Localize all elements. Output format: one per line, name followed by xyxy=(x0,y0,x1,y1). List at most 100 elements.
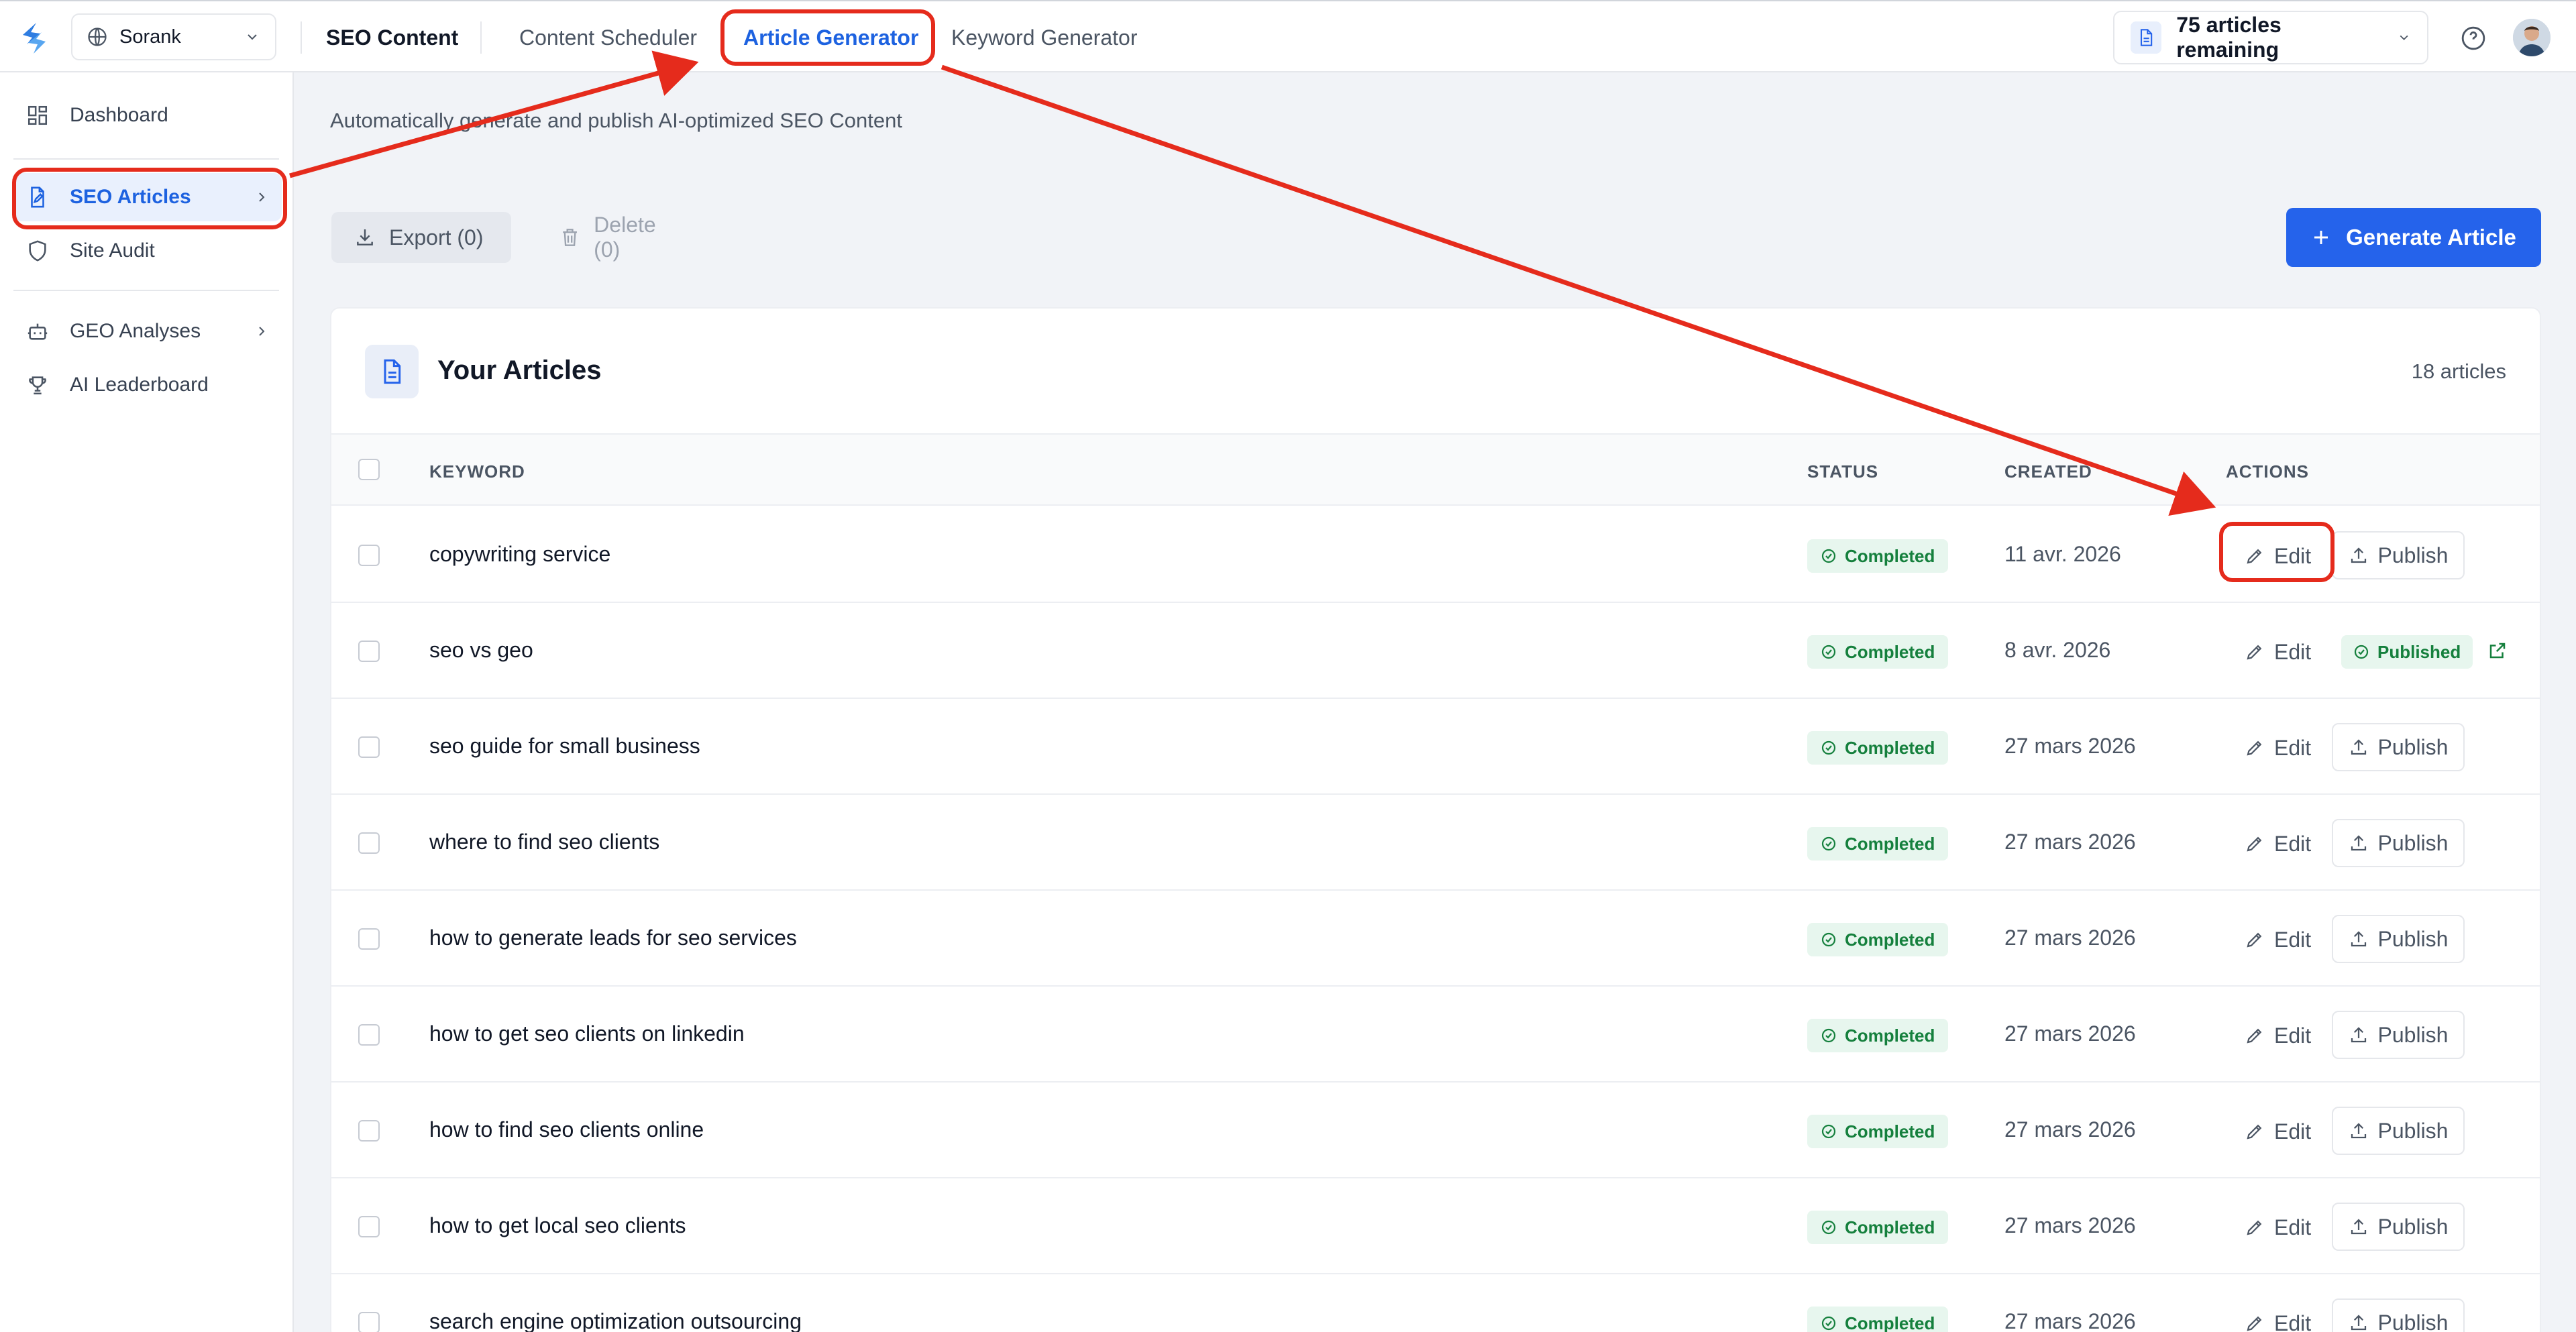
select-all-checkbox[interactable] xyxy=(358,459,380,480)
keyword-cell: where to find seo clients xyxy=(429,830,660,854)
row-checkbox[interactable] xyxy=(358,545,380,566)
table-row: how to find seo clients online Completed 2… xyxy=(331,1083,2540,1178)
publish-label: Publish xyxy=(2377,734,2449,759)
edit-button[interactable]: Edit xyxy=(2235,724,2320,771)
status-label: Completed xyxy=(1845,1121,1935,1142)
keyword-cell: how to get seo clients on linkedin xyxy=(429,1021,745,1046)
row-checkbox[interactable] xyxy=(358,928,380,950)
row-checkbox[interactable] xyxy=(358,641,380,662)
article-count: 18 articles xyxy=(2411,359,2506,383)
table-row: search engine optimization outsourcing Co… xyxy=(331,1274,2540,1332)
row-checkbox[interactable] xyxy=(358,1312,380,1332)
status-badge: Completed xyxy=(1807,635,1949,669)
check-circle-icon xyxy=(1821,549,1836,563)
table-row: where to find seo clients Completed 27 mar… xyxy=(331,795,2540,891)
edit-label: Edit xyxy=(2274,927,2312,952)
upload-icon xyxy=(2351,1027,2366,1043)
keyword-cell: seo vs geo xyxy=(429,638,533,662)
divider xyxy=(13,290,279,291)
pencil-icon xyxy=(2247,836,2262,852)
publish-button[interactable]: Publish xyxy=(2332,1011,2465,1059)
sorank-logo-icon[interactable] xyxy=(16,20,52,56)
status-badge: Completed xyxy=(1807,539,1949,573)
status-badge: Completed xyxy=(1807,1307,1949,1332)
table-row: how to generate leads for seo services Co… xyxy=(331,891,2540,987)
divider xyxy=(480,21,482,54)
document-icon xyxy=(365,345,419,398)
sidebar-item-geo-analyses[interactable]: GEO Analyses xyxy=(13,307,282,355)
export-button[interactable]: Export (0) xyxy=(331,212,511,263)
edit-button[interactable]: Edit xyxy=(2235,1012,2320,1059)
workspace-selector[interactable]: Sorank xyxy=(71,13,276,60)
sidebar-item-site-audit[interactable]: Site Audit xyxy=(13,227,282,275)
publish-button[interactable]: Publish xyxy=(2332,819,2465,867)
generate-article-button[interactable]: Generate Article xyxy=(2286,208,2541,267)
created-date-cell: 11 avr. 2026 xyxy=(2004,542,2121,566)
status-label: Completed xyxy=(1845,737,1935,758)
created-date-cell: 27 mars 2026 xyxy=(2004,1309,2136,1332)
globe-icon xyxy=(88,27,107,46)
edit-button[interactable]: Edit xyxy=(2235,916,2320,963)
status-badge: Completed xyxy=(1807,827,1949,861)
row-checkbox[interactable] xyxy=(358,1024,380,1046)
column-header-keyword: KEYWORD xyxy=(429,461,525,482)
tab-keyword-generator[interactable]: Keyword Generator xyxy=(951,1,1137,74)
status-badge: Completed xyxy=(1807,1019,1949,1052)
robot-icon xyxy=(24,318,51,345)
publish-button[interactable]: Publish xyxy=(2332,915,2465,963)
pencil-icon xyxy=(2247,1124,2262,1140)
row-checkbox[interactable] xyxy=(358,1216,380,1237)
external-link-icon[interactable] xyxy=(2487,641,2508,661)
edit-button[interactable]: Edit xyxy=(2235,820,2320,867)
publish-label: Publish xyxy=(2377,830,2449,855)
check-circle-icon xyxy=(1821,1220,1836,1235)
upload-icon xyxy=(2351,547,2366,563)
publish-button[interactable]: Publish xyxy=(2332,1298,2465,1332)
upload-icon xyxy=(2351,1219,2366,1235)
articles-remaining-button[interactable]: 75 articles remaining xyxy=(2113,11,2428,64)
edit-button[interactable]: Edit xyxy=(2235,1300,2320,1332)
edit-label: Edit xyxy=(2274,1311,2312,1332)
edit-button[interactable]: Edit xyxy=(2235,628,2320,675)
edit-button[interactable]: Edit xyxy=(2235,1204,2320,1251)
delete-button[interactable]: Delete (0) xyxy=(537,212,708,263)
created-date-cell: 27 mars 2026 xyxy=(2004,734,2136,758)
edit-label: Edit xyxy=(2274,735,2312,760)
edit-button[interactable]: Edit xyxy=(2235,1108,2320,1155)
shield-icon xyxy=(24,237,51,264)
status-label: Completed xyxy=(1845,1217,1935,1237)
sidebar: Dashboard SEO Articles Site Audit GEO An… xyxy=(0,72,294,1332)
check-circle-icon xyxy=(1821,932,1836,947)
row-checkbox[interactable] xyxy=(358,832,380,854)
pencil-icon xyxy=(2247,932,2262,948)
divider xyxy=(13,158,279,160)
sidebar-item-label: AI Leaderboard xyxy=(70,374,209,396)
sidebar-item-dashboard[interactable]: Dashboard xyxy=(13,91,282,140)
chevron-down-icon xyxy=(248,34,257,40)
plus-icon xyxy=(2314,231,2328,244)
publish-button[interactable]: Publish xyxy=(2332,1203,2465,1251)
divider xyxy=(301,21,302,54)
table-row: copywriting service Completed 11 avr. 2026… xyxy=(331,507,2540,603)
generate-article-label: Generate Article xyxy=(2346,225,2516,249)
row-checkbox[interactable] xyxy=(358,736,380,758)
row-checkbox[interactable] xyxy=(358,1120,380,1142)
publish-button[interactable]: Publish xyxy=(2332,723,2465,771)
status-label: Completed xyxy=(1845,833,1935,854)
keyword-cell: search engine optimization outsourcing xyxy=(429,1309,802,1332)
publish-button[interactable]: Publish xyxy=(2332,1107,2465,1155)
created-date-cell: 27 mars 2026 xyxy=(2004,926,2136,950)
upload-icon xyxy=(2351,931,2366,947)
check-circle-icon xyxy=(1821,1028,1836,1043)
publish-button[interactable]: Publish xyxy=(2332,531,2465,579)
created-date-cell: 27 mars 2026 xyxy=(2004,1021,2136,1046)
help-icon[interactable] xyxy=(2461,25,2486,51)
published-badge: Published xyxy=(2341,635,2473,669)
publish-label: Publish xyxy=(2377,1214,2449,1239)
delete-label: Delete (0) xyxy=(594,213,656,262)
edit-label: Edit xyxy=(2274,1023,2312,1048)
avatar[interactable] xyxy=(2513,19,2551,56)
status-badge: Completed xyxy=(1807,923,1949,956)
tab-content-scheduler[interactable]: Content Scheduler xyxy=(519,1,697,74)
sidebar-item-ai-leaderboard[interactable]: AI Leaderboard xyxy=(13,361,282,409)
